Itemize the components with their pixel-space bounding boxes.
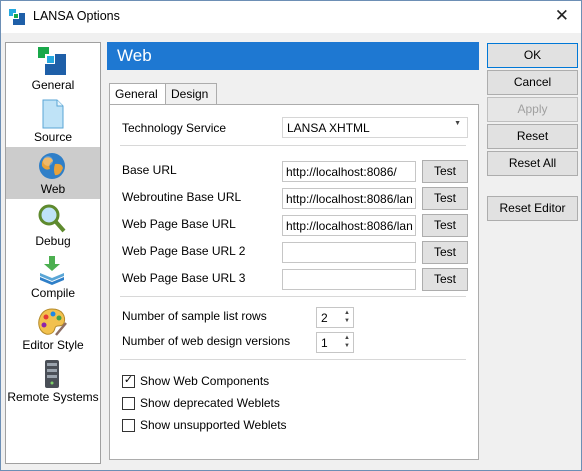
sidebar-item-debug[interactable]: Debug bbox=[6, 199, 100, 251]
sidebar-item-web[interactable]: Web bbox=[6, 147, 100, 199]
sample-list-rows-spinner[interactable]: 2 ▲ ▼ bbox=[316, 307, 354, 328]
web-design-versions-spinner[interactable]: 1 ▲ ▼ bbox=[316, 332, 354, 353]
base-url-label: Base URL bbox=[122, 163, 177, 177]
spinner-arrows-icon[interactable]: ▲ ▼ bbox=[344, 334, 350, 350]
sidebar-item-label: Debug bbox=[35, 234, 71, 248]
sidebar-item-label: Web bbox=[40, 182, 66, 196]
chevron-down-icon: ▼ bbox=[454, 120, 461, 127]
sample-list-rows-value: 2 bbox=[321, 311, 328, 325]
apply-button[interactable]: Apply bbox=[487, 97, 578, 122]
show-web-components-label[interactable]: Show Web Components bbox=[140, 374, 269, 388]
web-page-base-url-test-button[interactable]: Test bbox=[422, 214, 468, 237]
web-page-base-url-3-test-button[interactable]: Test bbox=[422, 268, 468, 291]
title-bar: LANSA Options ✕ bbox=[1, 1, 581, 33]
panel-title: Web bbox=[117, 46, 152, 65]
sidebar-item-editor-style[interactable]: Editor Style bbox=[6, 303, 100, 355]
sample-list-rows-label: Number of sample list rows bbox=[122, 309, 267, 323]
sidebar-item-general[interactable]: General bbox=[6, 43, 100, 95]
web-design-versions-value: 1 bbox=[321, 336, 328, 350]
palette-icon bbox=[38, 308, 67, 336]
web-design-versions-label: Number of web design versions bbox=[122, 334, 291, 348]
sidebar-item-label: General bbox=[31, 78, 75, 92]
show-unsupported-weblets-checkbox[interactable] bbox=[122, 419, 135, 432]
source-icon bbox=[42, 99, 64, 129]
sidebar-item-compile[interactable]: Compile bbox=[6, 251, 100, 303]
ok-button[interactable]: OK bbox=[487, 43, 578, 68]
checkmark-icon: ✓ bbox=[123, 374, 134, 386]
sidebar-item-label: Source bbox=[33, 130, 73, 144]
divider bbox=[120, 145, 466, 146]
sidebar-item-source[interactable]: Source bbox=[6, 95, 100, 147]
sidebar-item-label: Remote Systems bbox=[7, 390, 99, 404]
tab-general[interactable]: General bbox=[109, 83, 166, 106]
web-page-base-url-label: Web Page Base URL bbox=[122, 217, 236, 231]
reset-button[interactable]: Reset bbox=[487, 124, 578, 149]
show-unsupported-weblets-label[interactable]: Show unsupported Weblets bbox=[140, 418, 287, 432]
window-title: LANSA Options bbox=[33, 9, 120, 23]
technology-service-value: LANSA XHTML bbox=[287, 121, 370, 135]
show-deprecated-weblets-label[interactable]: Show deprecated Weblets bbox=[140, 396, 280, 410]
options-window: LANSA Options ✕ General Source Web Debug… bbox=[0, 0, 582, 471]
tab-design[interactable]: Design bbox=[165, 83, 217, 104]
general-icon bbox=[38, 47, 66, 75]
webroutine-base-url-test-button[interactable]: Test bbox=[422, 187, 468, 210]
base-url-test-button[interactable]: Test bbox=[422, 160, 468, 183]
show-deprecated-weblets-checkbox[interactable] bbox=[122, 397, 135, 410]
magnifier-icon bbox=[38, 204, 66, 233]
webroutine-base-url-input[interactable]: http://localhost:8086/lan bbox=[282, 188, 416, 209]
server-icon bbox=[45, 360, 59, 388]
technology-service-label: Technology Service bbox=[122, 121, 227, 135]
globe-icon bbox=[39, 153, 65, 179]
web-options-panel: Web General Design Technology Service LA… bbox=[107, 42, 479, 462]
web-page-base-url-3-input[interactable] bbox=[282, 269, 416, 290]
spinner-arrows-icon[interactable]: ▲ ▼ bbox=[344, 309, 350, 325]
lansa-app-icon bbox=[9, 9, 25, 25]
show-web-components-checkbox[interactable]: ✓ bbox=[122, 374, 135, 388]
web-page-base-url-2-test-button[interactable]: Test bbox=[422, 241, 468, 264]
web-page-base-url-3-label: Web Page Base URL 3 bbox=[122, 271, 246, 285]
web-page-base-url-value: http://localhost:8086/lan bbox=[286, 219, 413, 233]
close-icon[interactable]: ✕ bbox=[555, 6, 569, 26]
divider bbox=[120, 296, 466, 297]
general-tab-page: Technology Service LANSA XHTML ▼ Base UR… bbox=[109, 104, 479, 460]
sidebar-item-remote-systems[interactable]: Remote Systems bbox=[6, 355, 100, 407]
divider bbox=[120, 359, 466, 360]
sidebar-item-label: Editor Style bbox=[22, 338, 84, 352]
panel-header: Web bbox=[107, 42, 479, 70]
reset-all-button[interactable]: Reset All bbox=[487, 151, 578, 176]
compile-icon bbox=[40, 256, 64, 285]
web-page-base-url-input[interactable]: http://localhost:8086/lan bbox=[282, 215, 416, 236]
web-page-base-url-2-label: Web Page Base URL 2 bbox=[122, 244, 246, 258]
webroutine-base-url-label: Webroutine Base URL bbox=[122, 190, 242, 204]
options-sidebar: General Source Web Debug Compile Editor … bbox=[5, 42, 101, 464]
web-page-base-url-2-input[interactable] bbox=[282, 242, 416, 263]
technology-service-dropdown[interactable]: LANSA XHTML ▼ bbox=[282, 117, 468, 138]
sidebar-item-label: Compile bbox=[30, 286, 75, 300]
reset-editor-button[interactable]: Reset Editor bbox=[487, 196, 578, 221]
cancel-button[interactable]: Cancel bbox=[487, 70, 578, 95]
webroutine-base-url-value: http://localhost:8086/lan bbox=[286, 192, 413, 206]
base-url-input[interactable]: http://localhost:8086/ bbox=[282, 161, 416, 182]
base-url-value: http://localhost:8086/ bbox=[286, 165, 397, 179]
